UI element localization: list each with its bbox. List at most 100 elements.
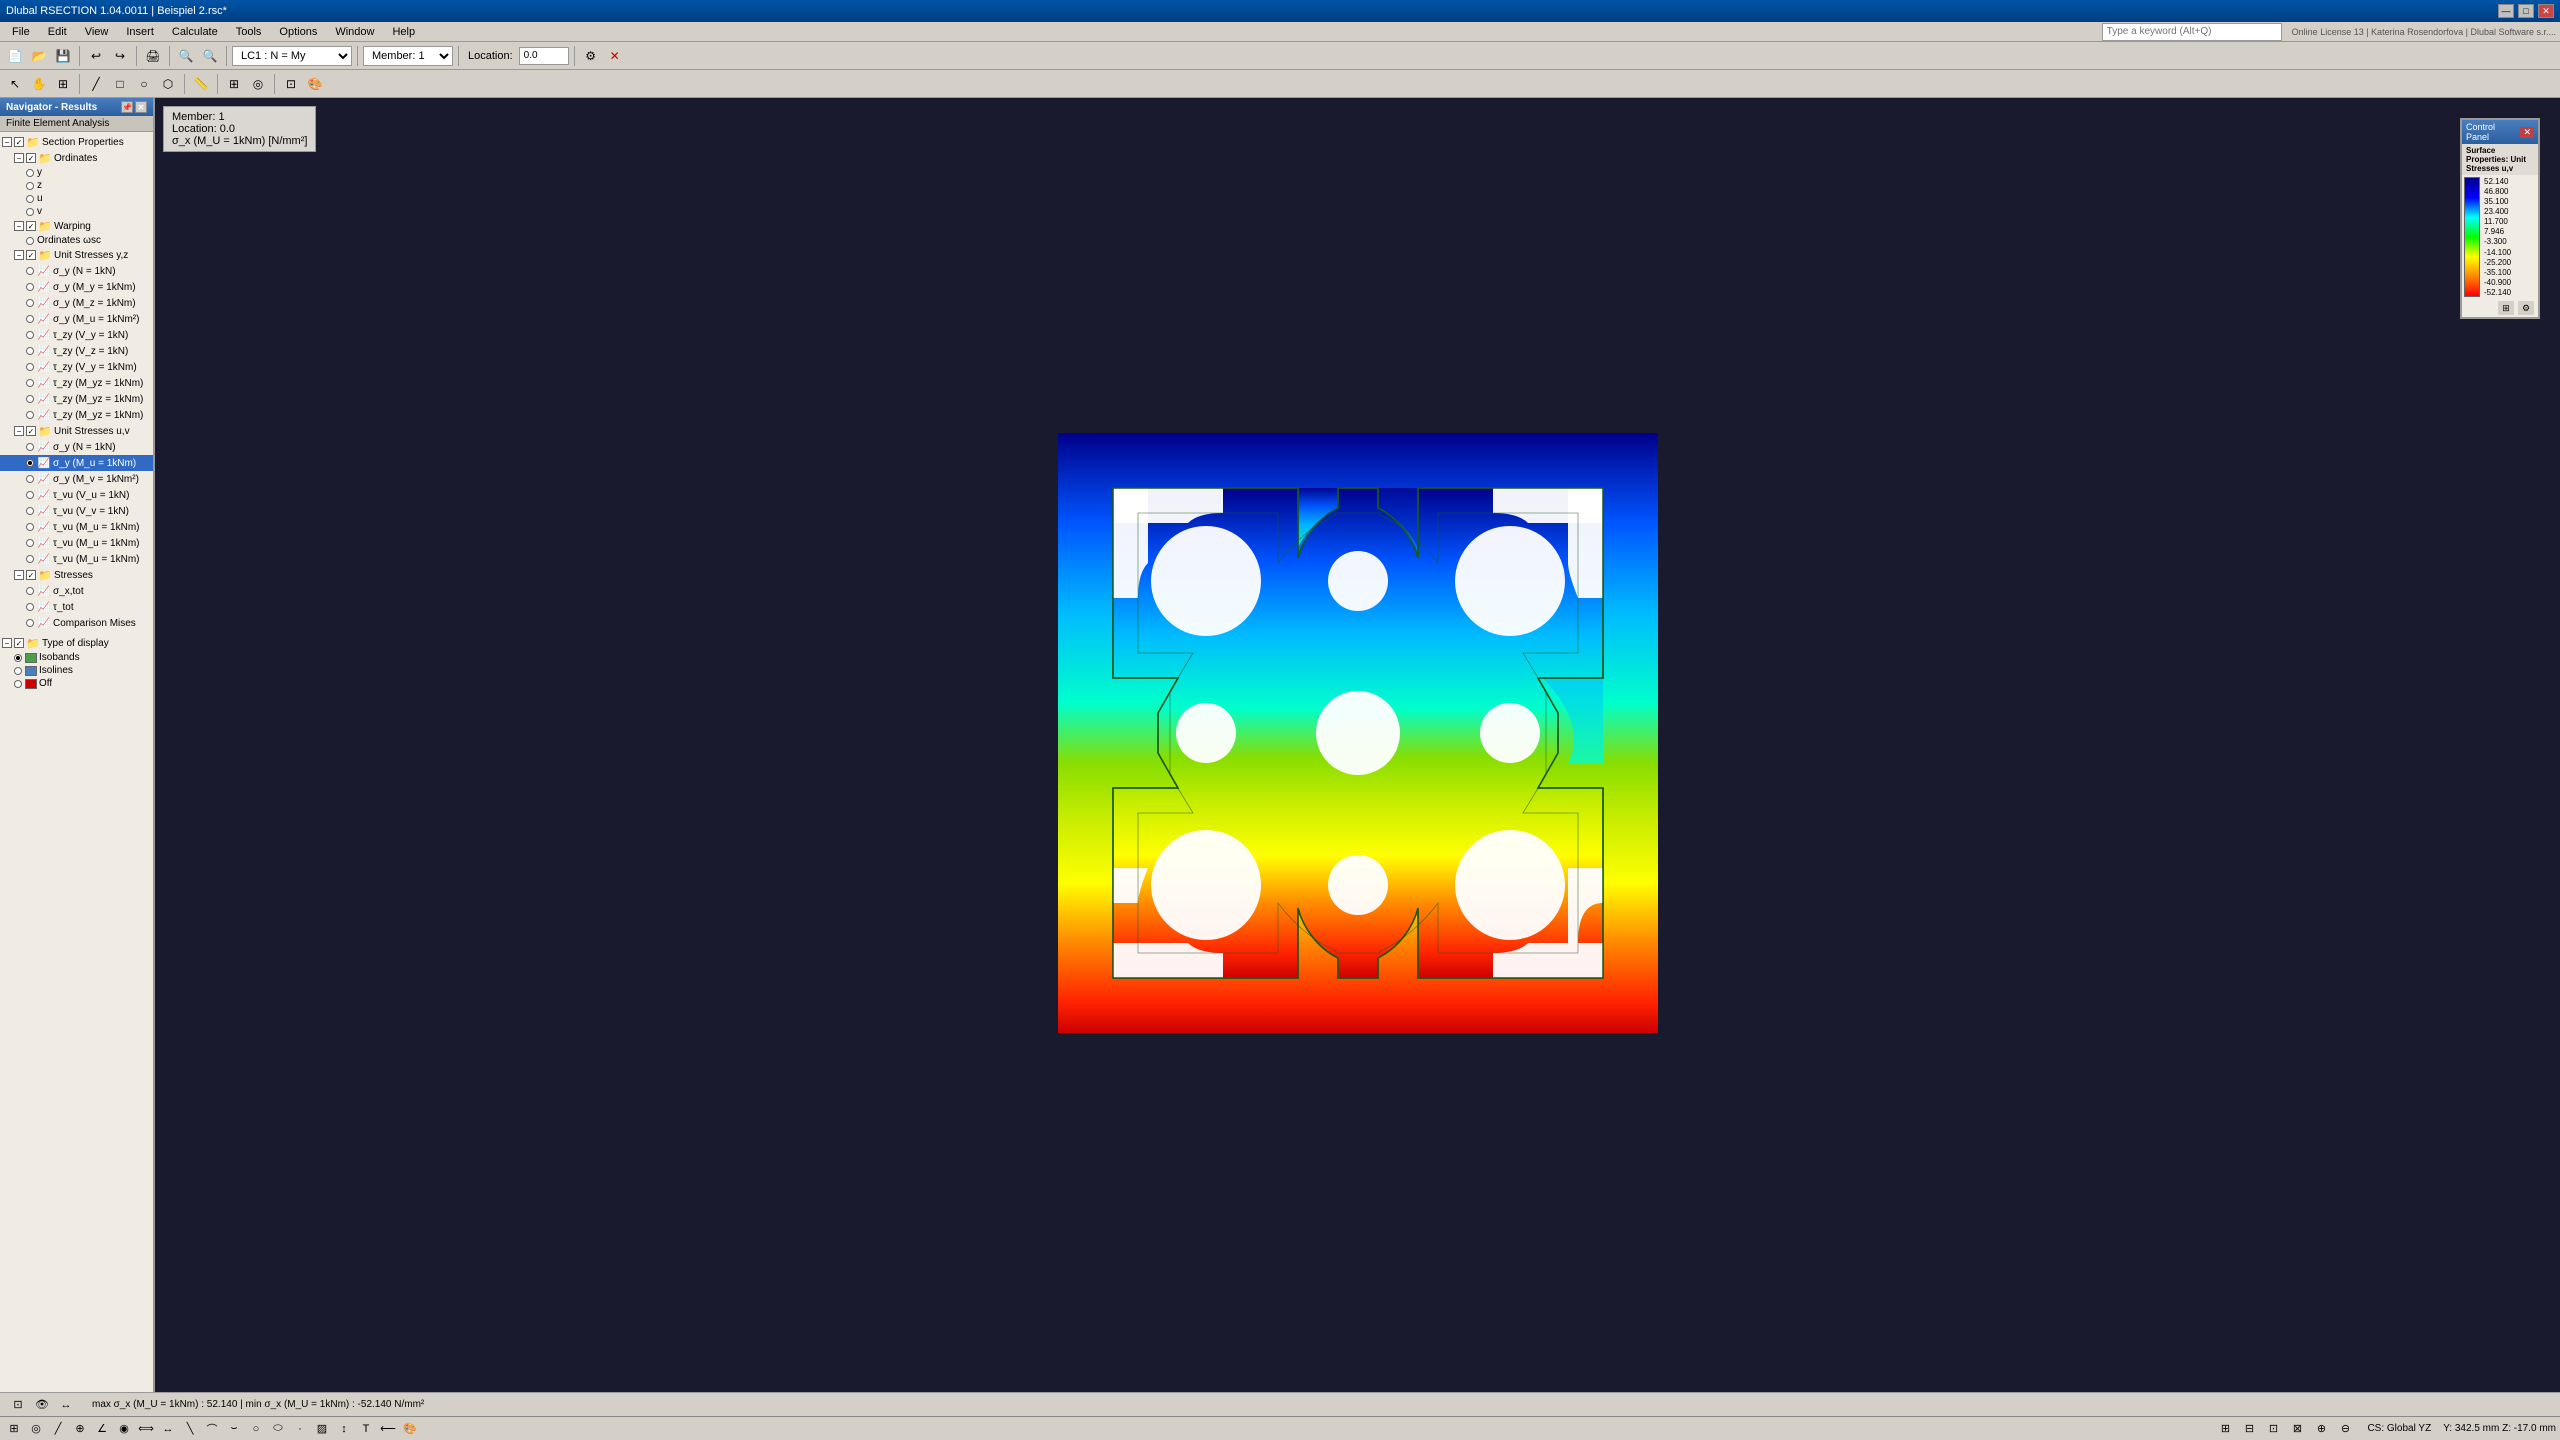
btb-snap-point[interactable]: ◎ [26, 1420, 46, 1438]
radio-tau-vy2[interactable] [26, 363, 34, 371]
radio-s-n2[interactable] [26, 443, 34, 451]
radio-s-mv[interactable] [26, 475, 34, 483]
expand-ordinates[interactable]: − [14, 153, 24, 163]
btb-color-fill[interactable]: 🎨 [400, 1420, 420, 1438]
tree-tau-mu1[interactable]: 📈 τ_vu (M_u = 1kNm) [0, 519, 153, 535]
btb-mirror[interactable]: ↔ [158, 1420, 178, 1438]
radio-tau-mu1[interactable] [26, 523, 34, 531]
location-input[interactable] [519, 47, 569, 65]
tree-s-n1[interactable]: 📈 σ_y (N = 1kN) [0, 263, 153, 279]
radio-s-n1[interactable] [26, 267, 34, 275]
legend-table-btn[interactable]: ⊞ [2498, 301, 2514, 315]
menu-insert[interactable]: Insert [118, 24, 162, 40]
btb-ortho[interactable]: ⊕ [70, 1420, 90, 1438]
expand-type-display[interactable]: − [2, 638, 12, 648]
radio-von-mises[interactable] [26, 619, 34, 627]
radio-wsc[interactable] [26, 237, 34, 245]
cb-stresses[interactable]: ✓ [26, 570, 36, 580]
legend-settings-btn[interactable]: ⚙ [2518, 301, 2534, 315]
tree-tau-vu1[interactable]: 📈 τ_vu (V_u = 1kN) [0, 487, 153, 503]
tree-s-mu2[interactable]: 📈 σ_y (M_u = 1kNm) [0, 455, 153, 471]
menu-help[interactable]: Help [384, 24, 423, 40]
radio-tau-myz1[interactable] [26, 379, 34, 387]
radio-sigma-xtot[interactable] [26, 587, 34, 595]
tree-s-mv[interactable]: 📈 σ_y (M_v = 1kNm²) [0, 471, 153, 487]
member-dropdown[interactable]: Member: 1 [363, 46, 453, 66]
lc-dropdown[interactable]: LC1 : N = My [232, 46, 352, 66]
close-button[interactable]: ✕ [2538, 4, 2554, 18]
nav-pin[interactable]: 📌 [121, 101, 133, 113]
search-input[interactable] [2102, 23, 2282, 41]
tree-tau-mu3[interactable]: 📈 τ_vu (M_u = 1kNm) [0, 551, 153, 567]
tb-print[interactable]: 🖨 [142, 45, 164, 67]
cb-warping[interactable]: ✓ [26, 221, 36, 231]
menu-window[interactable]: Window [327, 24, 382, 40]
btb-snap-grid[interactable]: ⊞ [4, 1420, 24, 1438]
tb-redo[interactable]: ↪ [109, 45, 131, 67]
tb-close-result[interactable]: ✕ [604, 45, 626, 67]
tree-tau-vy[interactable]: 📈 τ_zy (V_y = 1kN) [0, 327, 153, 343]
viewport[interactable]: Member: 1 Location: 0.0 σ_x (M_U = 1kNm)… [155, 98, 2560, 1392]
expand-ust-yz[interactable]: − [14, 250, 24, 260]
tree-sigma-xtot[interactable]: 📈 σ_x,tot [0, 583, 153, 599]
btb-draw-curve[interactable]: ⌒ [202, 1420, 222, 1438]
tree-ord-y[interactable]: y [0, 166, 153, 179]
tree-tau-tot[interactable]: 📈 τ_tot [0, 599, 153, 615]
tree-s-mu1[interactable]: 📈 σ_y (M_u = 1kNm²) [0, 311, 153, 327]
status-icon-2[interactable]: 👁 [32, 1396, 52, 1414]
btb-hatch[interactable]: ▨ [312, 1420, 332, 1438]
tree-tau-vy2[interactable]: 📈 τ_zy (V_y = 1kNm) [0, 359, 153, 375]
status-icon-1[interactable]: ⊡ [8, 1396, 28, 1414]
btb-text[interactable]: T [356, 1420, 376, 1438]
tb2-draw-circle[interactable]: ○ [133, 73, 155, 95]
tree-tau-vz[interactable]: 📈 τ_zy (V_z = 1kN) [0, 343, 153, 359]
tb2-grid[interactable]: ⊞ [223, 73, 245, 95]
tb-save[interactable]: 💾 [52, 45, 74, 67]
tb2-measure[interactable]: 📏 [190, 73, 212, 95]
tree-stresses[interactable]: − ✓ 📁 Stresses [0, 567, 153, 583]
tb2-snap[interactable]: ◎ [247, 73, 269, 95]
tree-von-mises[interactable]: 📈 Comparison Mises [0, 615, 153, 631]
tb2-draw-line[interactable]: ╱ [85, 73, 107, 95]
radio-ord-z[interactable] [26, 182, 34, 190]
tb2-select[interactable]: ↖ [4, 73, 26, 95]
btb-angle[interactable]: ∠ [92, 1420, 112, 1438]
nav-close[interactable]: ✕ [135, 101, 147, 113]
tb2-draw-rect[interactable]: □ [109, 73, 131, 95]
radio-s-mu2[interactable] [26, 459, 34, 467]
menu-calculate[interactable]: Calculate [164, 24, 226, 40]
btb-polar[interactable]: ◉ [114, 1420, 134, 1438]
tree-warping[interactable]: − ✓ 📁 Warping [0, 218, 153, 234]
tree-ord-wsc[interactable]: Ordinates ωsc [0, 234, 153, 247]
tb2-color[interactable]: 🎨 [304, 73, 326, 95]
radio-tau-myz2[interactable] [26, 395, 34, 403]
tree-isolines[interactable]: Isolines [0, 664, 153, 677]
radio-ord-y[interactable] [26, 169, 34, 177]
btb-right-5[interactable]: ⊕ [2311, 1420, 2331, 1438]
tree-isobands[interactable]: Isobands [0, 651, 153, 664]
tb2-pan[interactable]: ✋ [28, 73, 50, 95]
btb-draw-arc[interactable]: ⌣ [224, 1420, 244, 1438]
menu-options[interactable]: Options [271, 24, 325, 40]
radio-isobands[interactable] [14, 654, 22, 662]
cb-ordinates[interactable]: ✓ [26, 153, 36, 163]
radio-tau-tot[interactable] [26, 603, 34, 611]
expand-ust-uv[interactable]: − [14, 426, 24, 436]
radio-tau-mu3[interactable] [26, 555, 34, 563]
legend-close-button[interactable]: ✕ [2520, 127, 2534, 138]
tree-section-properties[interactable]: − ✓ 📁 Section Properties [0, 134, 153, 150]
btb-right-2[interactable]: ⊟ [2239, 1420, 2259, 1438]
btb-point[interactable]: · [290, 1420, 310, 1438]
radio-s-mz1[interactable] [26, 299, 34, 307]
btb-right-4[interactable]: ⊠ [2287, 1420, 2307, 1438]
tree-s-n2[interactable]: 📈 σ_y (N = 1kN) [0, 439, 153, 455]
cb-section-props[interactable]: ✓ [14, 137, 24, 147]
tree-ord-u[interactable]: u [0, 192, 153, 205]
tb-open[interactable]: 📂 [28, 45, 50, 67]
btb-right-3[interactable]: ⊡ [2263, 1420, 2283, 1438]
tb-new[interactable]: 📄 [4, 45, 26, 67]
tb-zoom-in[interactable]: 🔍 [175, 45, 197, 67]
radio-isolines[interactable] [14, 667, 22, 675]
tree-ordinates[interactable]: − ✓ 📁 Ordinates [0, 150, 153, 166]
tree-unit-stress-yz[interactable]: − ✓ 📁 Unit Stresses y,z [0, 247, 153, 263]
